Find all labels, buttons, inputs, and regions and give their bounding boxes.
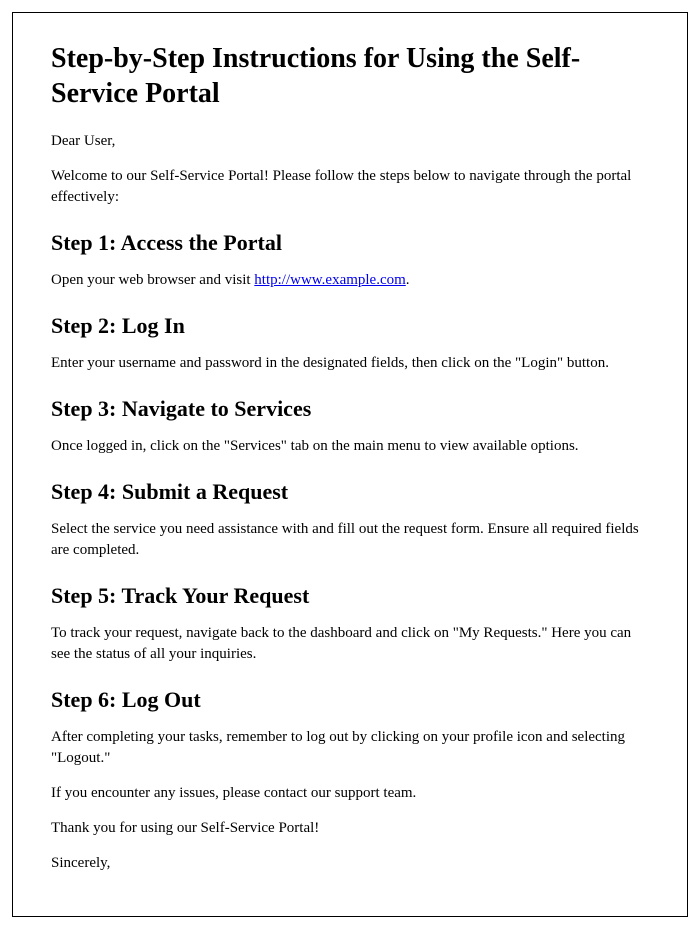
intro-paragraph: Welcome to our Self-Service Portal! Plea… xyxy=(51,166,649,208)
step5-heading: Step 5: Track Your Request xyxy=(51,583,649,609)
step1-text-after: . xyxy=(406,272,410,288)
closing-thanks: Thank you for using our Self-Service Por… xyxy=(51,818,649,839)
step3-heading: Step 3: Navigate to Services xyxy=(51,396,649,422)
closing-support: If you encounter any issues, please cont… xyxy=(51,783,649,804)
page-title: Step-by-Step Instructions for Using the … xyxy=(51,41,649,111)
step3-paragraph: Once logged in, click on the "Services" … xyxy=(51,436,649,457)
step5-paragraph: To track your request, navigate back to … xyxy=(51,623,649,665)
step4-paragraph: Select the service you need assistance w… xyxy=(51,519,649,561)
step6-paragraph: After completing your tasks, remember to… xyxy=(51,727,649,769)
step4-heading: Step 4: Submit a Request xyxy=(51,479,649,505)
step2-paragraph: Enter your username and password in the … xyxy=(51,353,649,374)
step6-heading: Step 6: Log Out xyxy=(51,687,649,713)
step1-heading: Step 1: Access the Portal xyxy=(51,230,649,256)
step2-heading: Step 2: Log In xyxy=(51,313,649,339)
signoff: Sincerely, xyxy=(51,853,649,874)
portal-link[interactable]: http://www.example.com xyxy=(254,272,406,288)
salutation: Dear User, xyxy=(51,131,649,152)
step1-paragraph: Open your web browser and visit http://w… xyxy=(51,270,649,291)
step1-text-before: Open your web browser and visit xyxy=(51,272,254,288)
document-page: Step-by-Step Instructions for Using the … xyxy=(12,12,688,917)
